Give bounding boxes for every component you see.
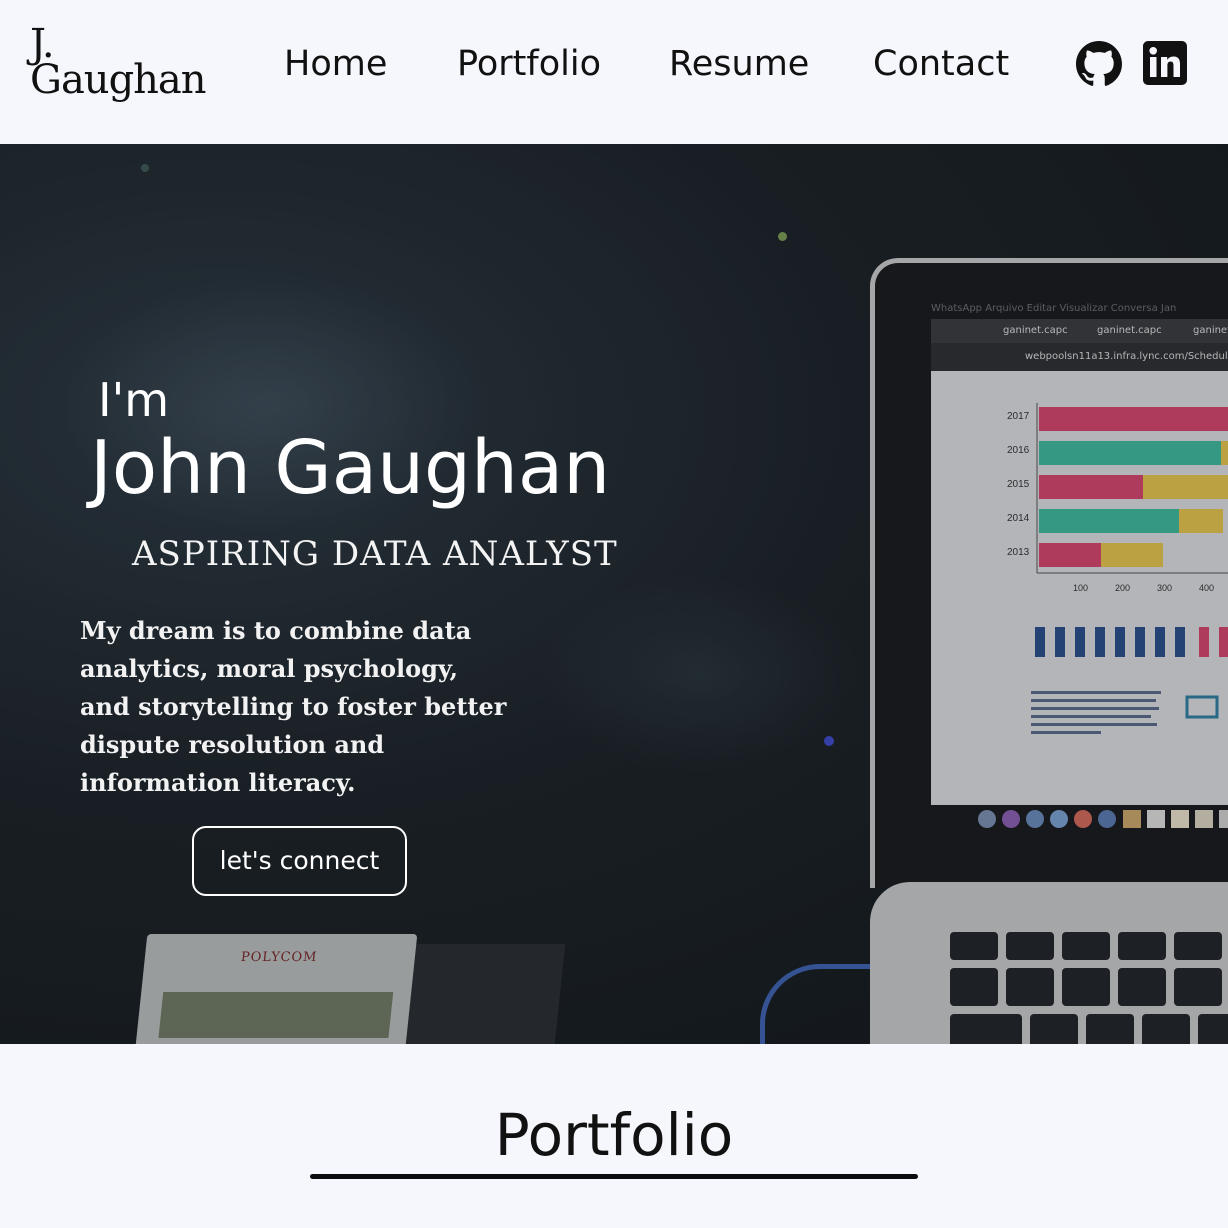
hero-blurb: My dream is to combine data analytics, m… bbox=[80, 616, 507, 797]
hero-overlay bbox=[0, 144, 1228, 1044]
github-icon bbox=[1076, 41, 1122, 86]
portfolio-divider bbox=[310, 1174, 918, 1179]
nav-portfolio[interactable]: Portfolio bbox=[457, 40, 601, 88]
connect-button[interactable]: let's connect bbox=[192, 826, 407, 896]
hero-section: POLYCOM WhatsApp Arquivo Editar Visualiz… bbox=[0, 144, 1228, 1044]
nav-home[interactable]: Home bbox=[284, 40, 387, 88]
hero-name: John Gaughan bbox=[90, 425, 611, 511]
logo-surname: Gaughan bbox=[30, 57, 207, 103]
nav-contact[interactable]: Contact bbox=[873, 40, 1009, 88]
site-header: J. Gaughan Home Portfolio Resume Contact bbox=[0, 0, 1228, 144]
linkedin-link[interactable] bbox=[1143, 41, 1187, 85]
hero-role: ASPIRING DATA ANALYST bbox=[132, 534, 618, 574]
nav-resume[interactable]: Resume bbox=[669, 40, 809, 88]
hero-intro: I'm bbox=[98, 373, 170, 427]
github-link[interactable] bbox=[1076, 41, 1122, 87]
portfolio-heading: Portfolio bbox=[494, 1101, 734, 1169]
site-logo[interactable]: J. Gaughan bbox=[30, 24, 207, 103]
linkedin-icon bbox=[1143, 41, 1187, 85]
